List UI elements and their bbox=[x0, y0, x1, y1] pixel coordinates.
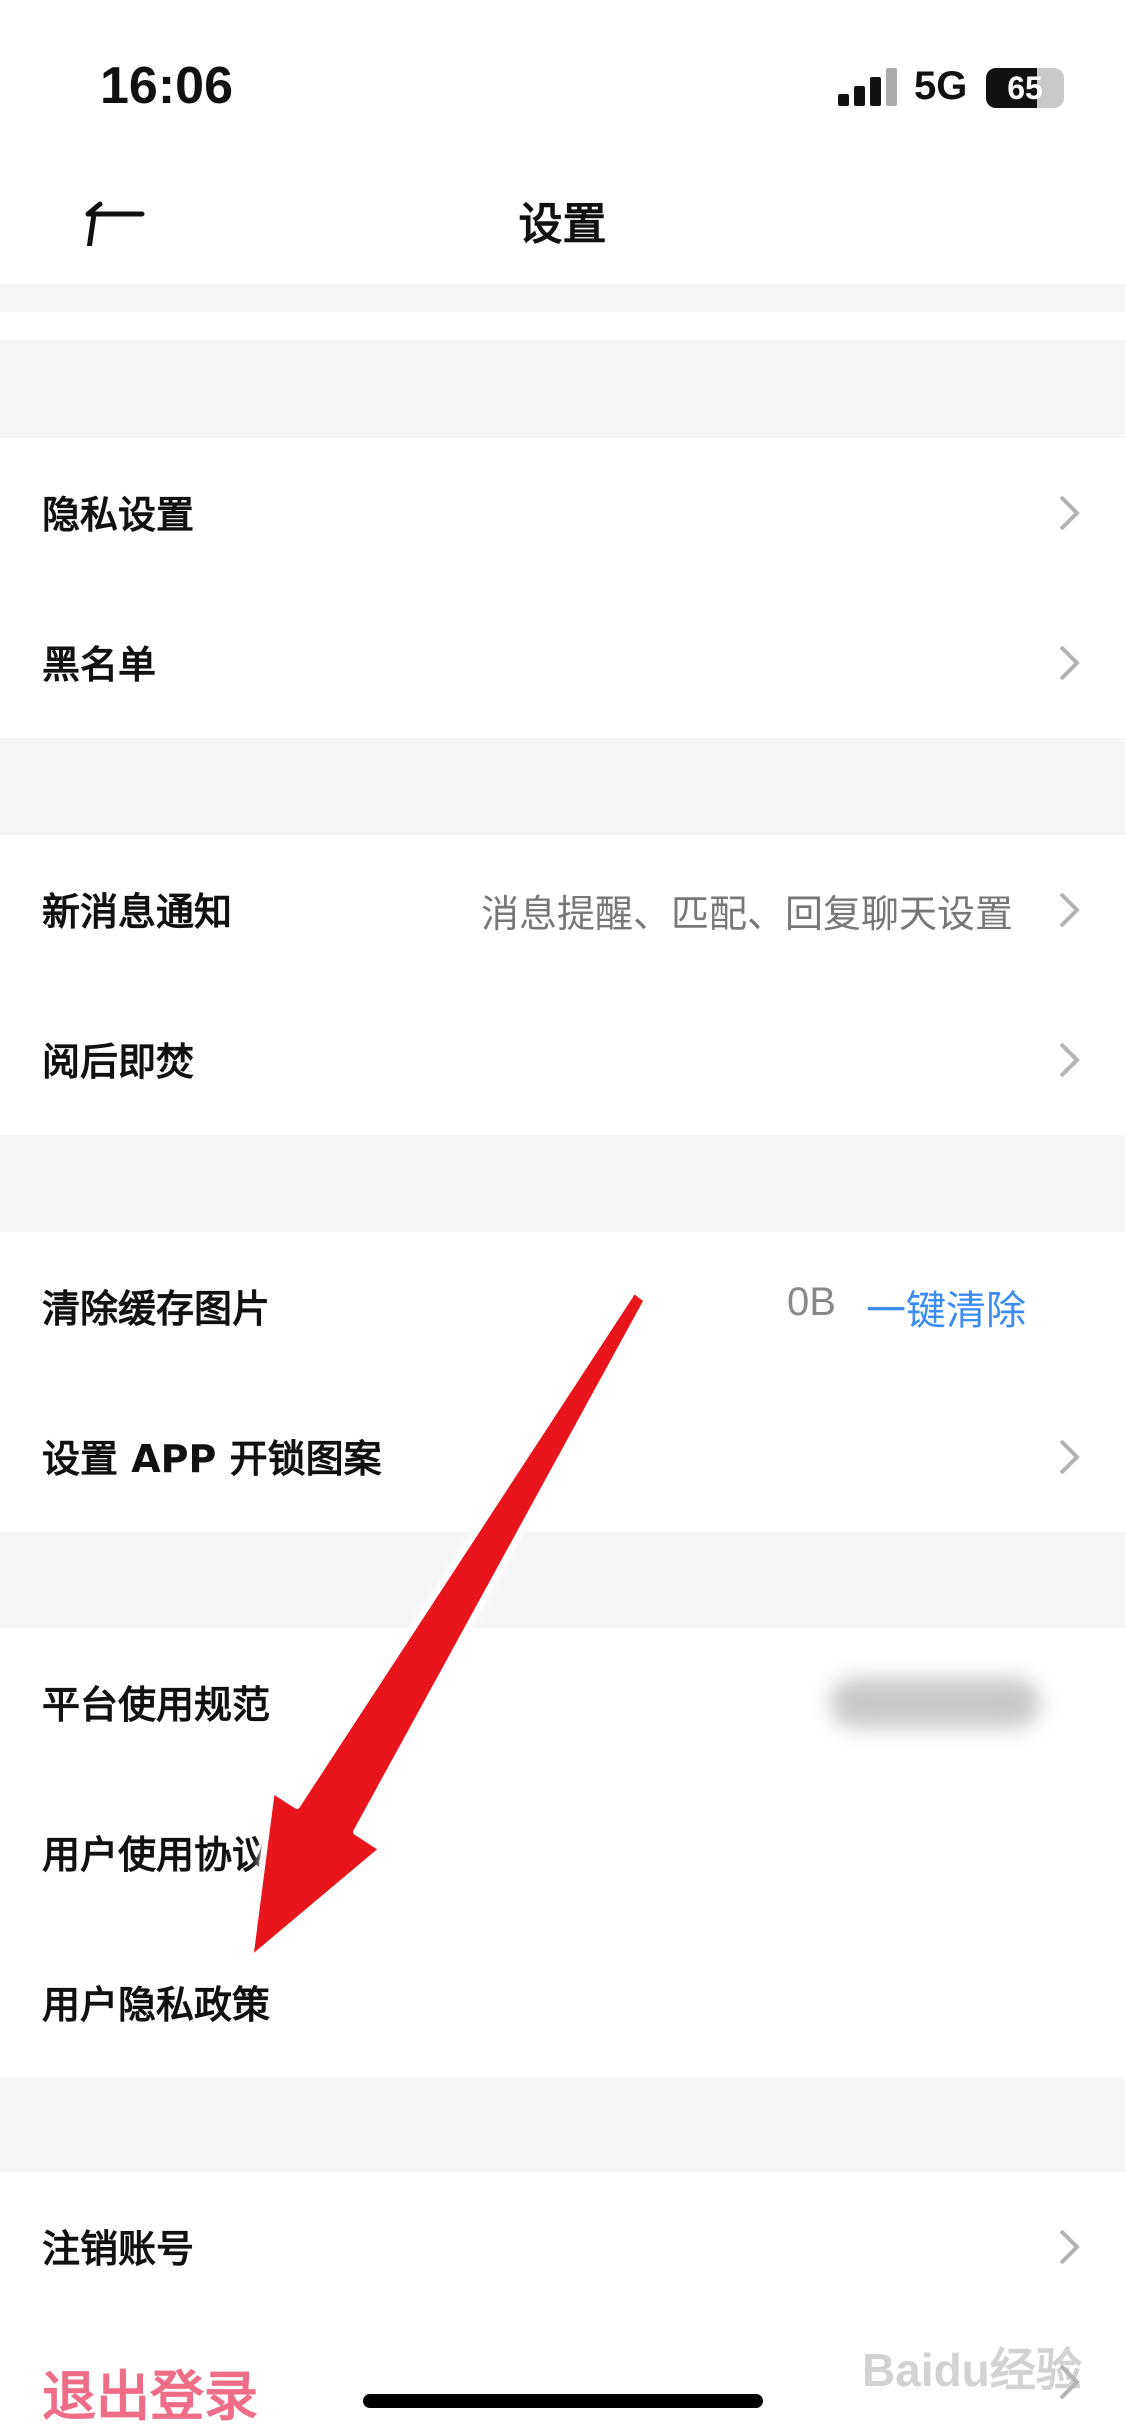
network-type: 5G bbox=[914, 64, 968, 108]
nav-bar: 设置 bbox=[0, 150, 1125, 284]
chevron-right-icon bbox=[1059, 1439, 1080, 1475]
row-label: 平台使用规范 bbox=[42, 1683, 271, 1727]
row-privacy-settings[interactable]: 隐私设置 bbox=[0, 438, 1125, 588]
row-label: 阅后即焚 bbox=[42, 1040, 195, 1084]
settings-group-storage: 清除缓存图片 0B 一键清除 设置 APP 开锁图案 bbox=[0, 1232, 1125, 1532]
row-user-agreement[interactable]: 用户使用协议 bbox=[0, 1778, 1125, 1928]
row-label: 黑名单 bbox=[42, 643, 157, 687]
row-label: 注销账号 bbox=[42, 2227, 195, 2271]
cache-size: 0B bbox=[787, 1280, 836, 1324]
chevron-right-icon bbox=[1059, 892, 1080, 928]
row-privacy-policy[interactable]: 用户隐私政策 bbox=[0, 1928, 1125, 2078]
row-unlock-pattern[interactable]: 设置 APP 开锁图案 bbox=[0, 1382, 1125, 1532]
chevron-right-icon bbox=[1059, 645, 1080, 681]
row-label: 清除缓存图片 bbox=[42, 1287, 271, 1331]
row-new-message-notification[interactable]: 新消息通知 消息提醒、匹配、回复聊天设置 bbox=[0, 835, 1125, 985]
settings-group-notifications: 新消息通知 消息提醒、匹配、回复聊天设置 阅后即焚 bbox=[0, 835, 1125, 1135]
row-delete-account[interactable]: 注销账号 bbox=[0, 2172, 1125, 2322]
row-blacklist[interactable]: 黑名单 bbox=[0, 588, 1125, 738]
row-label: 设置 APP 开锁图案 bbox=[42, 1437, 382, 1481]
row-platform-rules[interactable]: 平台使用规范 bbox=[0, 1628, 1125, 1778]
row-label: 新消息通知 bbox=[42, 890, 233, 934]
section-strip bbox=[0, 312, 1125, 340]
row-clear-cache: 清除缓存图片 0B 一键清除 bbox=[0, 1232, 1125, 1382]
clear-cache-button[interactable]: 一键清除 bbox=[866, 1278, 1026, 1336]
row-label: 用户使用协议 bbox=[42, 1833, 271, 1877]
chevron-right-icon bbox=[1059, 1042, 1080, 1078]
home-indicator[interactable] bbox=[363, 2394, 763, 2408]
chevron-right-icon bbox=[1059, 2229, 1080, 2265]
blurred-value bbox=[830, 1678, 1040, 1728]
battery-percent: 65 bbox=[1007, 70, 1043, 106]
status-time: 16:06 bbox=[100, 57, 233, 115]
status-bar: 16:06 5G 65 bbox=[0, 0, 1125, 150]
settings-group-policies: 平台使用规范 用户使用协议 用户隐私政策 bbox=[0, 1628, 1125, 2078]
row-label: 用户隐私政策 bbox=[42, 1983, 271, 2027]
row-value: 消息提醒、匹配、回复聊天设置 bbox=[480, 892, 1013, 936]
watermark: Baidu经验 bbox=[862, 2344, 1082, 2396]
page-title: 设置 bbox=[518, 199, 607, 250]
signal-icon bbox=[838, 66, 898, 106]
row-label: 隐私设置 bbox=[42, 493, 195, 537]
logout-button[interactable]: 退出登录 bbox=[42, 2352, 258, 2431]
row-burn-after-reading[interactable]: 阅后即焚 bbox=[0, 985, 1125, 1135]
settings-group-privacy: 隐私设置 黑名单 bbox=[0, 438, 1125, 738]
battery-icon: 65 bbox=[986, 68, 1064, 108]
chevron-right-icon bbox=[1059, 495, 1080, 531]
